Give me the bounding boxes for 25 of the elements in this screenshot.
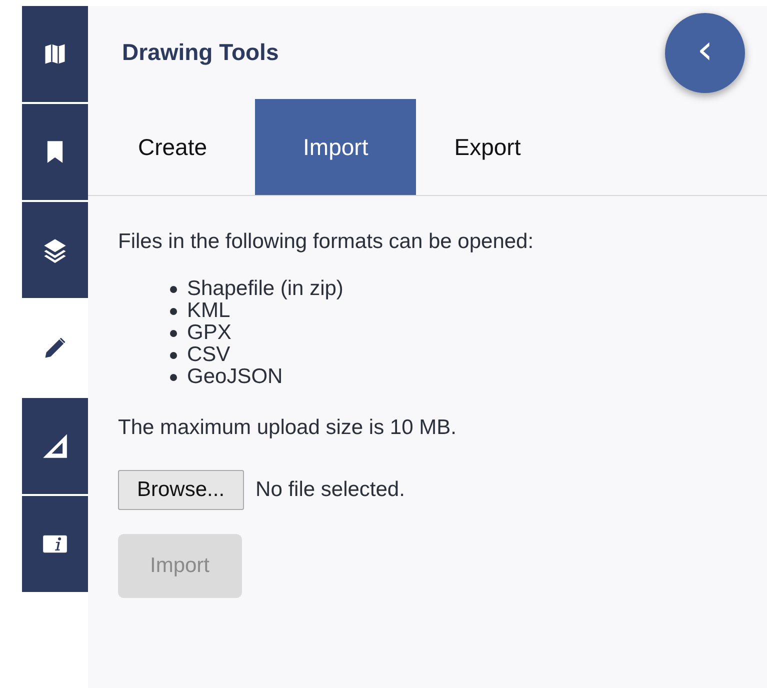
browse-button[interactable]: Browse... (118, 470, 244, 510)
format-item: CSV (187, 344, 230, 366)
sidebar-item[interactable] (22, 104, 88, 200)
tab[interactable]: Export (416, 99, 559, 195)
upload-limit-text: The maximum upload size is 10 MB. (118, 416, 458, 440)
bullet-icon (170, 352, 177, 358)
format-item: Shapefile (in zip) (187, 278, 344, 300)
sidebar-item[interactable] (22, 398, 88, 494)
format-item: KML (187, 300, 230, 322)
file-status-text: No file selected. (256, 478, 405, 502)
collapse-button[interactable]: ‹ (665, 12, 745, 92)
bullet-icon (170, 308, 177, 314)
format-item: GPX (187, 322, 232, 344)
bullet-icon (170, 286, 177, 292)
sidebar-item[interactable] (22, 6, 88, 102)
tab[interactable]: Import (255, 99, 416, 195)
sidebar-item[interactable] (22, 202, 88, 298)
format-item: GeoJSON (187, 366, 283, 388)
sidebar-item[interactable] (22, 496, 88, 592)
tab[interactable]: Create (100, 99, 246, 195)
bullet-icon (170, 330, 177, 336)
layers-icon (42, 237, 68, 263)
bullet-icon (170, 374, 177, 380)
intro-text: Files in the following formats can be opened: (118, 230, 535, 254)
panel-title: Drawing Tools (122, 39, 279, 66)
